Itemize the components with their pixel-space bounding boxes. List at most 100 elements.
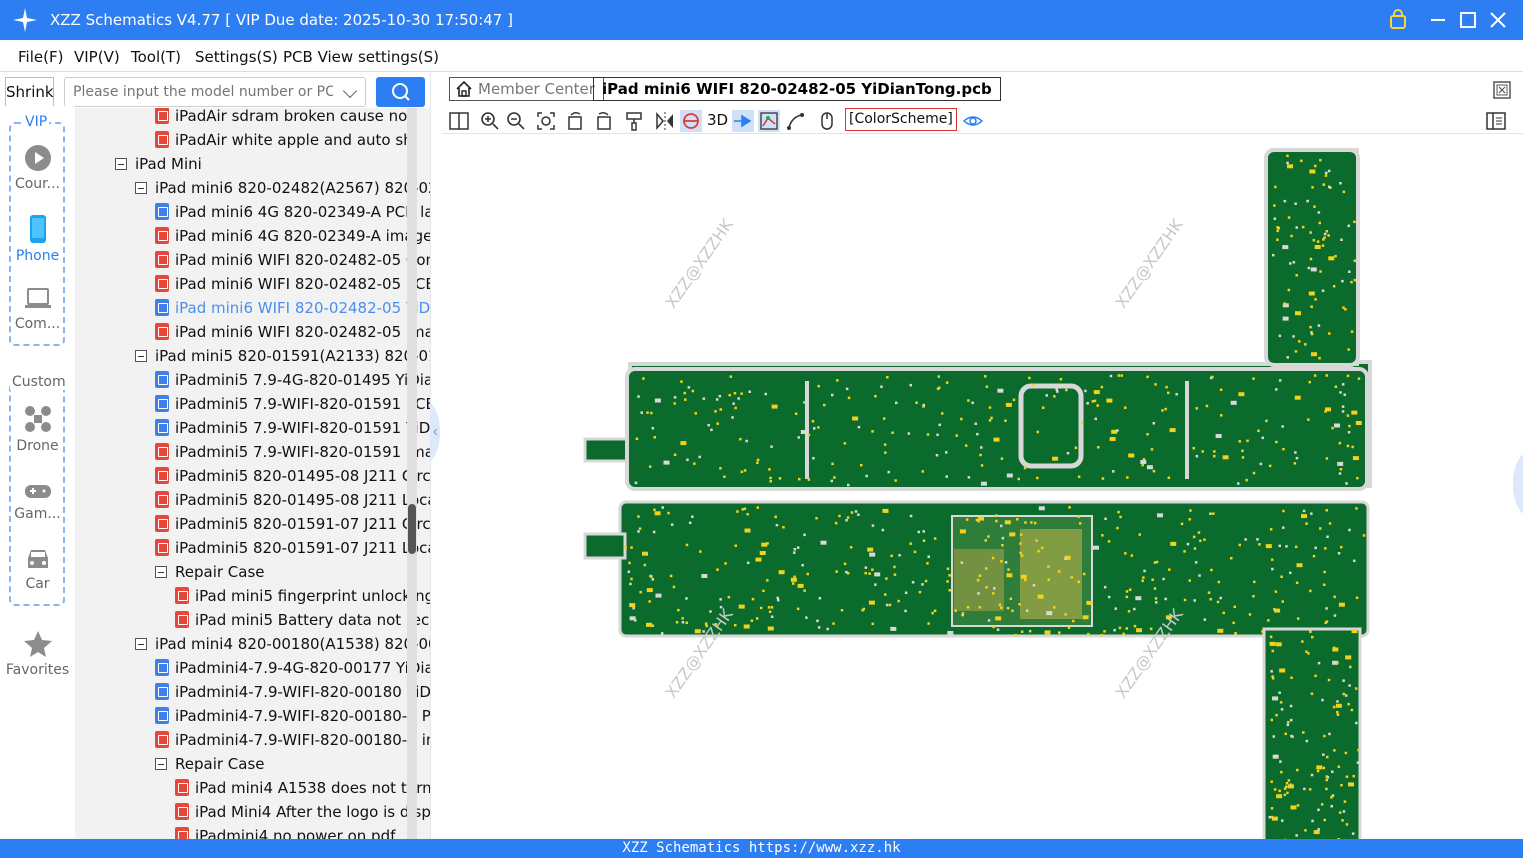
tree-file[interactable]: iPad mini6 4G 820-02349-A image bbox=[155, 224, 430, 248]
nav-item-computer[interactable]: Com... bbox=[0, 286, 75, 332]
pcb-pad bbox=[796, 607, 800, 611]
pcb-pad bbox=[766, 579, 769, 582]
side-panel-icon[interactable] bbox=[1485, 110, 1507, 132]
pcb-pad bbox=[1053, 395, 1056, 398]
nav-item-favorites[interactable]: Favorites bbox=[0, 630, 75, 678]
menu-vip[interactable]: VIP(V) bbox=[74, 48, 120, 66]
mouse-mode-icon[interactable] bbox=[816, 110, 838, 132]
tree-file[interactable]: iPadmini5 7.9-WIFI-820-01591 ima bbox=[155, 440, 430, 464]
menu-file[interactable]: File(F) bbox=[18, 48, 63, 66]
pcb-canvas[interactable]: XZZ@XZZHK XZZ@XZZHK XZZ@XZZHK XZZ@XZZHK bbox=[442, 134, 1523, 839]
close-tab-icon[interactable] bbox=[1492, 80, 1512, 100]
tree-folder[interactable]: iPad mini4 820-00180(A1538) 820-001 bbox=[135, 632, 430, 656]
tree-scrollbar[interactable] bbox=[407, 108, 417, 839]
nav-item-drone[interactable]: Drone bbox=[0, 404, 75, 454]
shrink-button[interactable]: Shrink bbox=[5, 77, 54, 107]
mirror-icon[interactable] bbox=[654, 110, 676, 132]
collapse-handle-icon[interactable] bbox=[430, 402, 442, 462]
minimize-button[interactable] bbox=[1426, 8, 1450, 32]
flip-board-icon[interactable] bbox=[680, 110, 702, 132]
collapse-toggle-icon[interactable] bbox=[155, 566, 167, 578]
tree-folder[interactable]: Repair Case bbox=[155, 560, 265, 584]
collapse-toggle-icon[interactable] bbox=[155, 758, 167, 770]
search-input[interactable] bbox=[73, 82, 333, 102]
scrollbar-thumb[interactable] bbox=[408, 504, 416, 554]
pcb-pad bbox=[1328, 732, 1331, 736]
tree-file[interactable]: iPadmini4 no power on pdf bbox=[175, 824, 395, 839]
collapse-toggle-icon[interactable] bbox=[115, 158, 127, 170]
format-painter-icon[interactable] bbox=[623, 110, 645, 132]
tree-file[interactable]: iPadAir white apple and auto sh bbox=[155, 128, 413, 152]
chevron-down-icon[interactable] bbox=[342, 83, 358, 99]
pcb-pad bbox=[1314, 546, 1317, 550]
lock-icon[interactable] bbox=[1386, 8, 1410, 32]
fit-screen-icon[interactable] bbox=[535, 110, 557, 132]
tree-file[interactable]: iPadmini4-7.9-WIFI-820-00180 YiD bbox=[155, 680, 430, 704]
tree-file[interactable]: iPadmini4-7.9-WIFI-820-00180-B im bbox=[155, 728, 430, 752]
pcb-pad bbox=[709, 610, 712, 613]
eye-icon[interactable] bbox=[962, 110, 984, 132]
close-button[interactable] bbox=[1486, 8, 1510, 32]
tree-file[interactable]: iPad Mini4 After the logo is disp bbox=[175, 800, 430, 824]
tree-file[interactable]: iPad mini5 Battery data not reco bbox=[175, 608, 430, 632]
menu-settings[interactable]: Settings(S) bbox=[195, 48, 278, 66]
3d-view-button[interactable]: 3D bbox=[707, 111, 728, 129]
pcb-pad bbox=[1278, 691, 1281, 694]
nav-item-courses[interactable]: Cour... bbox=[0, 144, 75, 192]
tree-folder[interactable]: iPad Mini bbox=[115, 152, 202, 176]
tab-member-center[interactable]: Member Center bbox=[449, 77, 604, 101]
search-button[interactable] bbox=[376, 77, 425, 107]
pcb-pad bbox=[1294, 451, 1297, 454]
split-view-icon[interactable] bbox=[448, 110, 470, 132]
tree-file[interactable]: iPadAir sdram broken cause no bbox=[155, 108, 407, 128]
pcb-pad bbox=[637, 530, 640, 533]
collapse-toggle-icon[interactable] bbox=[135, 350, 147, 362]
tree-folder[interactable]: iPad mini6 820-02482(A2567) 820-023 bbox=[135, 176, 430, 200]
tree-file[interactable]: iPadmini4-7.9-WIFI-820-00180-B P bbox=[155, 704, 430, 728]
tree-file[interactable]: iPadmini5 7.9-WIFI-820-01591 PCB bbox=[155, 392, 430, 416]
menu-tool[interactable]: Tool(T) bbox=[131, 48, 181, 66]
pcb-pad bbox=[669, 574, 673, 578]
pane-divider[interactable] bbox=[430, 72, 442, 839]
pcb-pad bbox=[794, 412, 798, 415]
nav-item-games[interactable]: Gam... bbox=[0, 480, 75, 522]
tree-file[interactable]: iPadmini5 820-01591-07 J211 Loca bbox=[155, 536, 430, 560]
tree-file[interactable]: iPadmini5 820-01591-07 J211 Circu bbox=[155, 512, 430, 536]
nav-item-car[interactable]: Car bbox=[0, 546, 75, 592]
collapse-toggle-icon[interactable] bbox=[135, 638, 147, 650]
rotate-left-icon[interactable] bbox=[565, 110, 587, 132]
navigate-arrow-icon[interactable] bbox=[732, 110, 754, 132]
net-highlight-icon[interactable] bbox=[758, 110, 780, 132]
menu-pcb-view-settings[interactable]: PCB View settings(S) bbox=[283, 48, 439, 66]
trace-route-icon[interactable] bbox=[785, 110, 807, 132]
tree-file[interactable]: iPad mini6 WIFI 820-02482-05 Com bbox=[155, 248, 430, 272]
tree-file[interactable]: iPad mini4 A1538 does not turn bbox=[175, 776, 430, 800]
maximize-button[interactable] bbox=[1456, 8, 1480, 32]
tree-file[interactable]: iPadmini5 7.9-WIFI-820-01591 YiDi bbox=[155, 416, 430, 440]
tree-file[interactable]: iPadmini5 820-01495-08 J211 Circu bbox=[155, 464, 430, 488]
tree-file[interactable]: iPadmini5 820-01495-08 J211 Loca bbox=[155, 488, 430, 512]
tree-file[interactable]: iPad mini6 WIFI 820-02482-05 PCB bbox=[155, 272, 430, 296]
tree-file[interactable]: iPad mini6 WIFI 820-02482-05 ima bbox=[155, 320, 430, 344]
tree-folder[interactable]: Repair Case bbox=[155, 752, 265, 776]
tab-pcb-file[interactable]: iPad mini6 WIFI 820-02482-05 YiDianTong.… bbox=[593, 77, 1001, 101]
tree-file[interactable]: iPad mini5 fingerprint unlocking bbox=[175, 584, 430, 608]
tree-file[interactable]: iPad mini6 WIFI 820-02482-05 YiDi bbox=[155, 296, 430, 320]
pcb-board-view[interactable] bbox=[442, 134, 1523, 839]
pcb-pad bbox=[1286, 154, 1289, 158]
tree-file[interactable]: iPadmini4-7.9-4G-820-00177 YiDia bbox=[155, 656, 430, 680]
pcb-pad bbox=[1310, 512, 1313, 515]
right-collapse-handle-icon[interactable] bbox=[1513, 454, 1523, 514]
pcb-pad bbox=[1290, 234, 1293, 238]
pcb-pad bbox=[1353, 278, 1357, 282]
color-scheme-button[interactable]: [ColorScheme] bbox=[845, 108, 957, 131]
zoom-out-icon[interactable] bbox=[505, 110, 527, 132]
rotate-right-icon[interactable] bbox=[592, 110, 614, 132]
collapse-toggle-icon[interactable] bbox=[135, 182, 147, 194]
model-search-box[interactable] bbox=[64, 77, 366, 107]
tree-file[interactable]: iPad mini6 4G 820-02349-A PCB lay bbox=[155, 200, 430, 224]
zoom-in-icon[interactable] bbox=[479, 110, 501, 132]
tree-file[interactable]: iPadmini5 7.9-4G-820-01495 YiDia bbox=[155, 368, 430, 392]
nav-item-phone[interactable]: Phone bbox=[0, 214, 75, 264]
tree-folder[interactable]: iPad mini5 820-01591(A2133) 820-014 bbox=[135, 344, 430, 368]
